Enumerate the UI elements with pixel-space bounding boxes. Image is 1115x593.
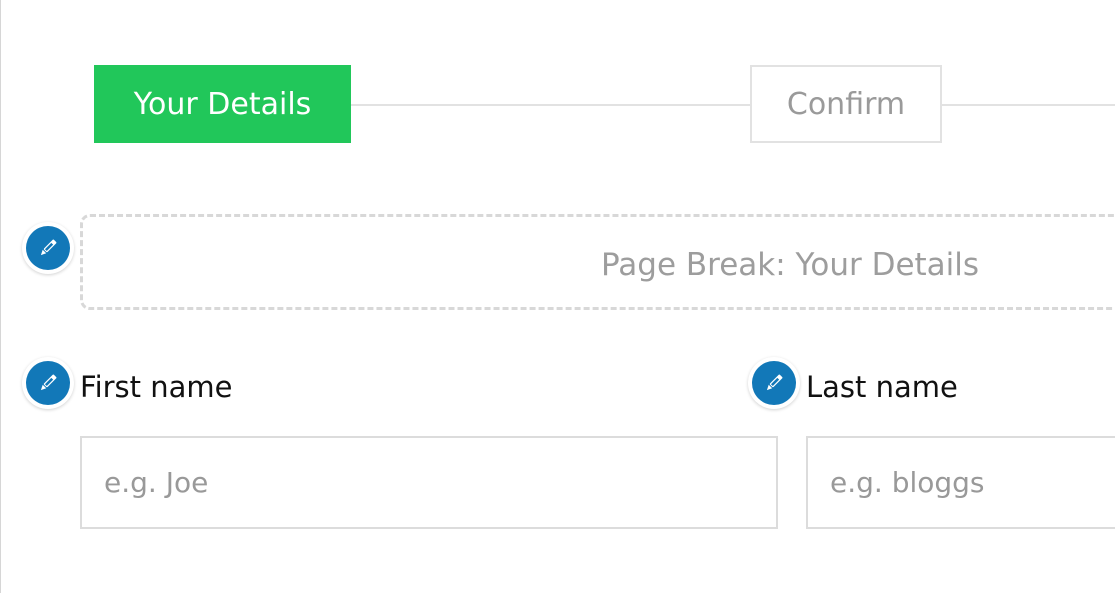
edit-badge-circle [26, 361, 70, 405]
edit-page-break-button[interactable] [22, 222, 74, 274]
step-confirm[interactable]: Confirm [750, 65, 942, 143]
step-your-details[interactable]: Your Details [94, 65, 351, 143]
pencil-icon [40, 239, 57, 256]
edit-last-name-button[interactable] [748, 357, 800, 409]
edit-badge-circle [26, 226, 70, 270]
page-break-label: Page Break: Your Details [601, 247, 980, 283]
edit-first-name-button[interactable] [22, 357, 74, 409]
pencil-icon [766, 374, 783, 391]
canvas-left-border [0, 0, 1, 593]
first-name-input[interactable] [80, 436, 778, 529]
last-name-input[interactable] [806, 436, 1115, 529]
last-name-label: Last name [806, 370, 958, 404]
step-progress: Your Details Confirm [94, 65, 1115, 143]
edit-badge-circle [752, 361, 796, 405]
page-break-block[interactable]: Page Break: Your Details [80, 214, 1115, 310]
first-name-label: First name [80, 370, 233, 404]
pencil-icon [40, 374, 57, 391]
